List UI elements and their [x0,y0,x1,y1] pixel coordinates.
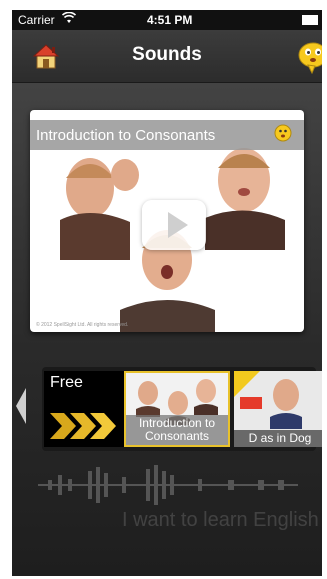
battery-icon [302,15,318,25]
lesson-tile-intro-consonants[interactable]: Introduction to Consonants [124,371,230,447]
copyright-text: © 2012 SpellSight Ltd. All rights reserv… [36,322,129,328]
carrier-label: Carrier [18,13,55,27]
audio-waveform [38,465,298,505]
lesson-caption: Introduction to Consonants [126,415,228,445]
play-button[interactable] [142,200,206,250]
chevron-right-icon [50,413,116,439]
page-title: Sounds [132,44,202,65]
lesson-tile-d-as-in-dog[interactable]: D as in Dog [234,371,322,447]
free-label: Free [50,374,83,391]
caption-line-1: D as in Dog [248,431,312,445]
video-title: Introduction to Consonants [36,127,216,144]
video-player[interactable]: Introduction to Consonants © 2012 SpellS… [30,110,304,332]
carousel-prev-arrow[interactable] [16,388,26,424]
free-badge-icon [234,371,260,397]
wifi-icon [61,11,77,27]
status-time: 4:51 PM [147,13,193,27]
caption-line-2: Consonants [144,429,210,443]
video-title-bar: Introduction to Consonants [30,120,304,150]
nav-bar: Sounds [12,30,322,83]
background-tagline: I want to learn English [122,509,319,531]
free-filter-tile[interactable]: Free [44,371,124,447]
lesson-caption: D as in Dog [234,430,322,447]
status-bar: Carrier 4:51 PM [12,10,322,30]
chat-button[interactable] [296,40,322,75]
smiley-icon [274,124,292,142]
smiley-chat-icon [298,42,322,75]
app-screen: Carrier 4:51 PM Sounds Introduction to C… [12,10,322,576]
